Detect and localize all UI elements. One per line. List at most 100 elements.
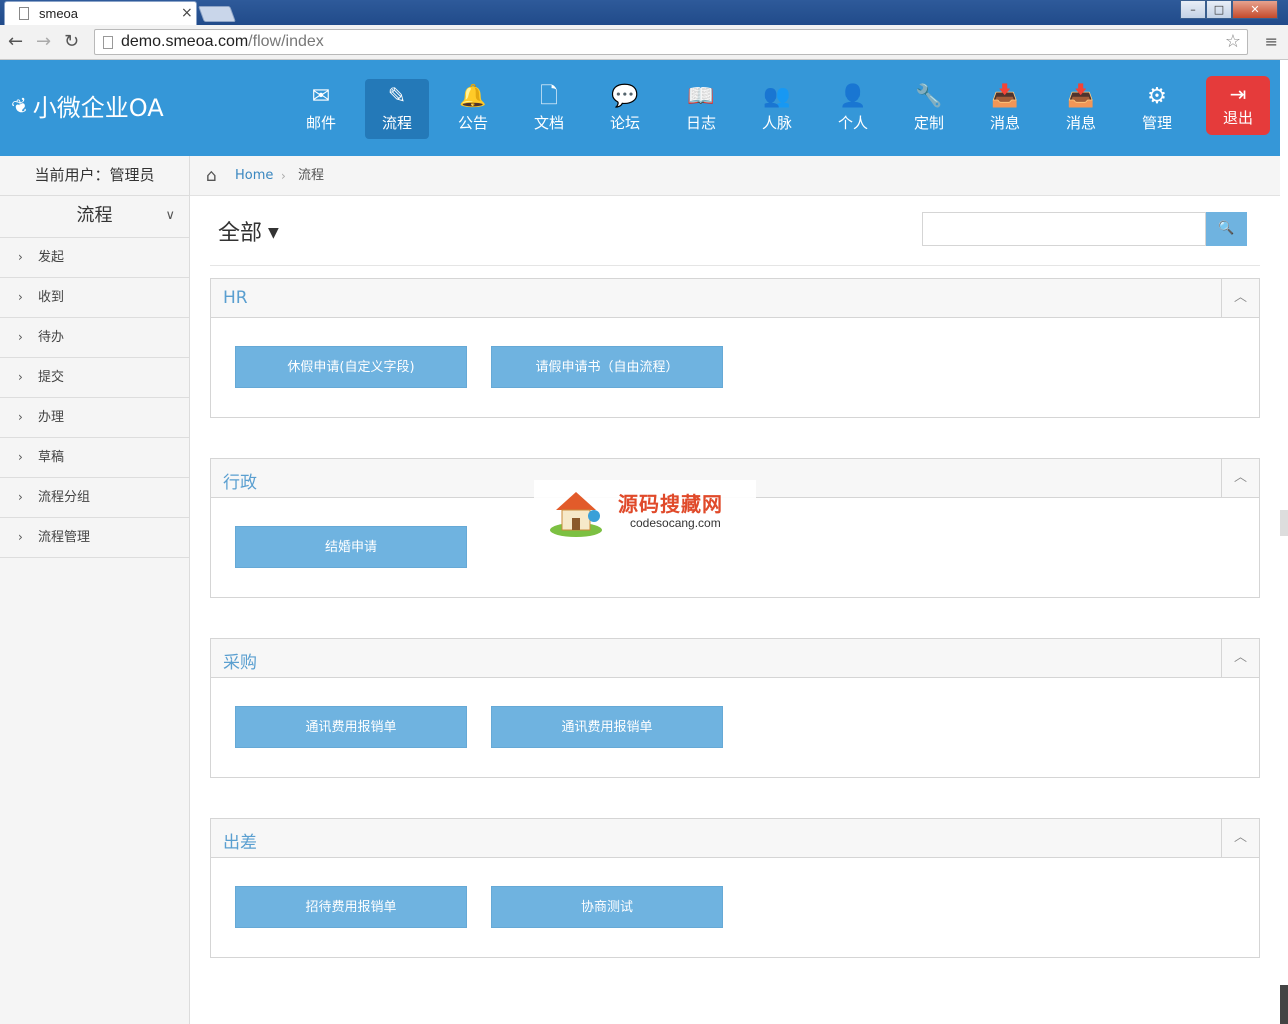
sidebar-item-handle[interactable]: › 办理 (0, 398, 189, 438)
page-icon (19, 7, 29, 20)
app-header: ❦ 小微企业OA ✉ 邮件 ✎ 流程 🔔 公告 🗋 文档 💬 论坛 📖 日志 👥… (0, 60, 1280, 156)
search-input[interactable] (922, 212, 1206, 246)
sidebar-item-submitted[interactable]: › 提交 (0, 358, 189, 398)
inbox-icon: 📥 (991, 84, 1019, 109)
nav-personal[interactable]: 👤 个人 (821, 79, 885, 139)
nav-forum[interactable]: 💬 论坛 (593, 79, 657, 139)
logo-text: 小微企业OA (32, 94, 164, 122)
group-title: 采购 (223, 653, 257, 673)
app-logo[interactable]: ❦ 小微企业OA (8, 88, 164, 123)
sidebar-item-received[interactable]: › 收到 (0, 278, 189, 318)
logout-label: 退出 (1222, 109, 1253, 127)
caret-down-icon: ▼ (268, 225, 279, 241)
nav-flow[interactable]: ✎ 流程 (365, 79, 429, 139)
envelope-icon: ✉ (311, 84, 331, 109)
wrench-icon: 🔧 (915, 84, 943, 109)
close-window-button[interactable]: ✕ (1232, 0, 1278, 19)
nav-mail[interactable]: ✉ 邮件 (289, 79, 353, 139)
pencil-icon: ✎ (387, 84, 407, 109)
scrollbar-thumb[interactable] (1280, 510, 1288, 536)
leaf-icon: ❦ (8, 91, 33, 120)
flow-group-hr: HR ︿ 休假申请(自定义字段) 请假申请书（自由流程） (210, 278, 1260, 418)
chevron-right-icon: › (18, 490, 23, 504)
chevron-right-icon: › (18, 290, 23, 304)
nav-log[interactable]: 📖 日志 (669, 79, 733, 139)
sidebar-item-todo[interactable]: › 待办 (0, 318, 189, 358)
breadcrumb-home-link[interactable]: Home (235, 156, 273, 196)
url-path: /flow/index (248, 33, 324, 50)
watermark-url: codesocang.com (630, 516, 721, 530)
nav-label: 邮件 (305, 114, 336, 132)
sidebar-item-label: 收到 (38, 290, 65, 305)
watermark: 源码搜藏网 codesocang.com (534, 480, 756, 542)
search-icon: 🔍 (1218, 221, 1235, 236)
page-scrollbar[interactable] (1280, 60, 1288, 1024)
group-title: HR (223, 288, 248, 308)
url-host: demo.smeoa.com (121, 33, 249, 50)
new-tab-button[interactable] (198, 6, 236, 22)
group-title: 行政 (223, 473, 257, 493)
collapse-chevron-up-icon[interactable]: ︿ (1221, 279, 1259, 317)
scrollbar-arrow[interactable] (1280, 985, 1288, 1024)
bookmark-star-icon[interactable]: ☆ (1225, 31, 1241, 52)
flow-button[interactable]: 请假申请书（自由流程） (491, 346, 723, 388)
flow-button[interactable]: 结婚申请 (235, 526, 467, 568)
browser-tab[interactable]: smeoa × (4, 1, 197, 25)
home-icon: ⌂ (206, 166, 217, 186)
tab-close-icon[interactable]: × (181, 5, 193, 21)
group-header: 采购 ︿ (211, 639, 1259, 678)
url-text[interactable]: demo.smeoa.com/flow/index (121, 33, 324, 51)
maximize-button[interactable]: □ (1206, 0, 1232, 19)
divider (210, 265, 1260, 266)
chevron-down-icon: ∨ (165, 208, 175, 223)
nav-contacts[interactable]: 👥 人脉 (745, 79, 809, 139)
sidebar-item-start[interactable]: › 发起 (0, 238, 189, 278)
nav-customize[interactable]: 🔧 定制 (897, 79, 961, 139)
minimize-button[interactable]: – (1180, 0, 1206, 19)
user-icon: 👤 (839, 84, 867, 109)
back-icon[interactable]: ← (8, 31, 23, 52)
nav-label: 流程 (381, 114, 412, 132)
nav-label: 个人 (837, 114, 868, 132)
forward-icon[interactable]: → (36, 31, 51, 52)
chevron-right-icon: › (18, 370, 23, 384)
reload-icon[interactable]: ↻ (64, 31, 79, 52)
nav-notice[interactable]: 🔔 公告 (441, 79, 505, 139)
sidebar-item-label: 办理 (38, 410, 65, 425)
nav-messages-1[interactable]: 📥 消息 (973, 79, 1037, 139)
browser-menu-icon[interactable]: ≡ (1265, 32, 1278, 51)
nav-label: 公告 (457, 114, 488, 132)
sidebar-section-flow[interactable]: 流程 ∨ (0, 196, 189, 238)
sidebar-item-drafts[interactable]: › 草稿 (0, 438, 189, 478)
users-icon: 👥 (763, 84, 791, 109)
inbox-icon: 📥 (1067, 84, 1095, 109)
search-button[interactable]: 🔍 (1206, 212, 1247, 246)
flow-button[interactable]: 招待费用报销单 (235, 886, 467, 928)
sidebar-item-label: 发起 (38, 250, 65, 265)
comments-icon: 💬 (611, 84, 639, 109)
collapse-chevron-up-icon[interactable]: ︿ (1221, 459, 1259, 497)
sidebar-item-flow-admin[interactable]: › 流程管理 (0, 518, 189, 558)
sidebar-item-flow-groups[interactable]: › 流程分组 (0, 478, 189, 518)
filter-label: 全部 (218, 221, 263, 246)
nav-label: 文档 (533, 114, 564, 132)
nav-messages-2[interactable]: 📥 消息 (1049, 79, 1113, 139)
group-title: 出差 (223, 833, 257, 853)
logout-button[interactable]: ⇥ 退出 (1206, 76, 1270, 135)
flow-button[interactable]: 通讯费用报销单 (491, 706, 723, 748)
flow-button[interactable]: 通讯费用报销单 (235, 706, 467, 748)
sidebar-section-label: 流程 (76, 205, 113, 226)
nav-docs[interactable]: 🗋 文档 (517, 79, 581, 139)
bell-icon: 🔔 (459, 84, 487, 109)
group-filter-dropdown[interactable]: 全部 ▼ (218, 215, 279, 247)
nav-label: 消息 (989, 114, 1020, 132)
flow-button[interactable]: 协商测试 (491, 886, 723, 928)
collapse-chevron-up-icon[interactable]: ︿ (1221, 819, 1259, 857)
collapse-chevron-up-icon[interactable]: ︿ (1221, 639, 1259, 677)
book-icon: 📖 (687, 84, 715, 109)
address-bar[interactable]: demo.smeoa.com/flow/index ☆ (94, 29, 1248, 55)
chevron-right-icon: › (18, 450, 23, 464)
nav-admin[interactable]: ⚙ 管理 (1125, 79, 1189, 139)
flow-group-purchase: 采购 ︿ 通讯费用报销单 通讯费用报销单 (210, 638, 1260, 778)
flow-button[interactable]: 休假申请(自定义字段) (235, 346, 467, 388)
